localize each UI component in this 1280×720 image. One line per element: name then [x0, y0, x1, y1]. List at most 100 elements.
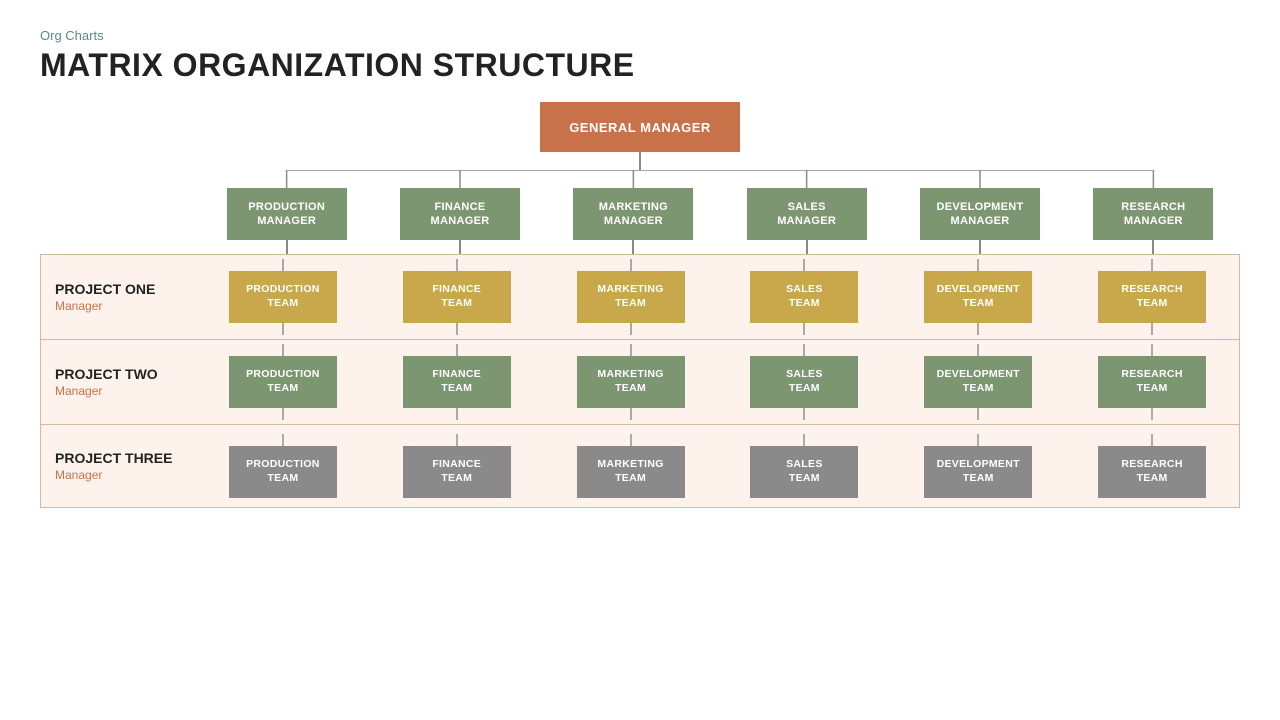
team-cell: DEVELOPMENTTEAM [891, 425, 1065, 507]
manager-col-development: DEVELOPMENTMANAGER [893, 188, 1066, 240]
team-box: PRODUCTIONTEAM [229, 356, 337, 408]
manager-col-production: PRODUCTIONMANAGER [200, 188, 373, 240]
research-manager-box: RESEARCHMANAGER [1093, 188, 1213, 240]
v-line-top [803, 259, 805, 271]
team-box: FINANCETEAM [403, 271, 511, 323]
v-line-bot [803, 408, 805, 420]
mgr-line-2 [459, 240, 461, 254]
sales-manager-box: SALESMANAGER [747, 188, 867, 240]
project-three-manager: Manager [55, 468, 182, 482]
team-box: SALESTEAM [750, 271, 858, 323]
v-line-bot [977, 408, 979, 420]
managers-line-row [40, 240, 1240, 254]
project-one-teams: PRODUCTIONTEAM FINANCETEAM MARKETINGTEAM [196, 255, 1239, 339]
team-cell: PRODUCTIONTEAM [196, 425, 370, 507]
page: Org Charts MATRIX ORGANIZATION STRUCTURE… [0, 0, 1280, 720]
team-cell: SALESTEAM [717, 340, 891, 424]
page-title: MATRIX ORGANIZATION STRUCTURE [40, 47, 1240, 84]
team-cell: SALESTEAM [717, 425, 891, 507]
mgr-line-1 [286, 240, 288, 254]
team-cell: RESEARCHTEAM [1065, 340, 1239, 424]
v-line-top [282, 434, 284, 446]
team-box: SALESTEAM [750, 356, 858, 408]
project-two-label: PROJECT TWO Manager [41, 340, 196, 424]
v-line-top [282, 344, 284, 356]
mgr-line-5 [979, 240, 981, 254]
projects-area: PROJECT ONE Manager PRODUCTIONTEAM FINAN… [40, 254, 1240, 508]
manager-col-marketing: MARKETINGMANAGER [547, 188, 720, 240]
team-cell: PRODUCTIONTEAM [196, 340, 370, 424]
project-three-label: PROJECT THREE Manager [41, 425, 196, 507]
v-line-top [630, 344, 632, 356]
team-cell: DEVELOPMENTTEAM [891, 340, 1065, 424]
mgr-line-6 [1152, 240, 1154, 254]
gm-vertical-line [639, 152, 641, 170]
team-cell: FINANCETEAM [370, 340, 544, 424]
team-cell: SALESTEAM [717, 255, 891, 339]
team-box: MARKETINGTEAM [577, 356, 685, 408]
mgr-line-4 [806, 240, 808, 254]
team-cell: MARKETINGTEAM [544, 425, 718, 507]
manager-col-sales: SALESMANAGER [720, 188, 893, 240]
team-cell: MARKETINGTEAM [544, 255, 718, 339]
subtitle: Org Charts [40, 28, 1240, 43]
team-box: FINANCETEAM [403, 446, 511, 498]
v-line-bot [803, 323, 805, 335]
v-line-bot [977, 323, 979, 335]
v-line-top [282, 259, 284, 271]
manager-col-finance: FINANCEMANAGER [373, 188, 546, 240]
v-line-bot [282, 323, 284, 335]
team-box: SALESTEAM [750, 446, 858, 498]
team-cell: RESEARCHTEAM [1065, 425, 1239, 507]
team-cell: MARKETINGTEAM [544, 340, 718, 424]
project-row-three: PROJECT THREE Manager PRODUCTIONTEAM FIN… [41, 425, 1239, 507]
v-line-bot [456, 408, 458, 420]
v-line-top [1151, 259, 1153, 271]
team-box: MARKETINGTEAM [577, 446, 685, 498]
v-line-top [803, 344, 805, 356]
v-line-top [977, 259, 979, 271]
team-cell: PRODUCTIONTEAM [196, 255, 370, 339]
project-two-name: PROJECT TWO [55, 366, 182, 382]
team-cell: FINANCETEAM [370, 425, 544, 507]
team-cell: FINANCETEAM [370, 255, 544, 339]
project-one-label: PROJECT ONE Manager [41, 255, 196, 339]
team-cell: RESEARCHTEAM [1065, 255, 1239, 339]
team-box: PRODUCTIONTEAM [229, 446, 337, 498]
gm-connector: GENERAL MANAGER [540, 102, 740, 170]
team-box: FINANCETEAM [403, 356, 511, 408]
team-box: DEVELOPMENTTEAM [924, 356, 1032, 408]
team-box: DEVELOPMENTTEAM [924, 271, 1032, 323]
production-manager-box: PRODUCTIONMANAGER [227, 188, 347, 240]
v-line-bot [456, 323, 458, 335]
v-line-top [456, 344, 458, 356]
horizontal-connector [40, 170, 1240, 188]
v-line-top [630, 434, 632, 446]
v-line-top [456, 259, 458, 271]
marketing-manager-box: MARKETINGMANAGER [573, 188, 693, 240]
v-line-top [630, 259, 632, 271]
team-box: DEVELOPMENTTEAM [924, 446, 1032, 498]
team-cell: DEVELOPMENTTEAM [891, 255, 1065, 339]
v-line-bot [630, 408, 632, 420]
project-three-name: PROJECT THREE [55, 450, 182, 466]
v-line-top [803, 434, 805, 446]
v-line-top [1151, 344, 1153, 356]
project-one-name: PROJECT ONE [55, 281, 182, 297]
finance-manager-box: FINANCEMANAGER [400, 188, 520, 240]
team-box: RESEARCHTEAM [1098, 356, 1206, 408]
team-box: RESEARCHTEAM [1098, 271, 1206, 323]
project-one-manager: Manager [55, 299, 182, 313]
managers-row: PRODUCTIONMANAGER FINANCEMANAGER MARKETI… [40, 188, 1240, 240]
v-line-bot [282, 408, 284, 420]
team-box: RESEARCHTEAM [1098, 446, 1206, 498]
project-row-one: PROJECT ONE Manager PRODUCTIONTEAM FINAN… [41, 255, 1239, 340]
v-line-top [456, 434, 458, 446]
team-box: MARKETINGTEAM [577, 271, 685, 323]
gm-box: GENERAL MANAGER [540, 102, 740, 152]
v-line-top [977, 434, 979, 446]
v-line-bot [1151, 408, 1153, 420]
project-two-teams: PRODUCTIONTEAM FINANCETEAM MARKETINGTEAM [196, 340, 1239, 424]
v-line-top [977, 344, 979, 356]
project-row-two: PROJECT TWO Manager PRODUCTIONTEAM FINAN… [41, 340, 1239, 425]
